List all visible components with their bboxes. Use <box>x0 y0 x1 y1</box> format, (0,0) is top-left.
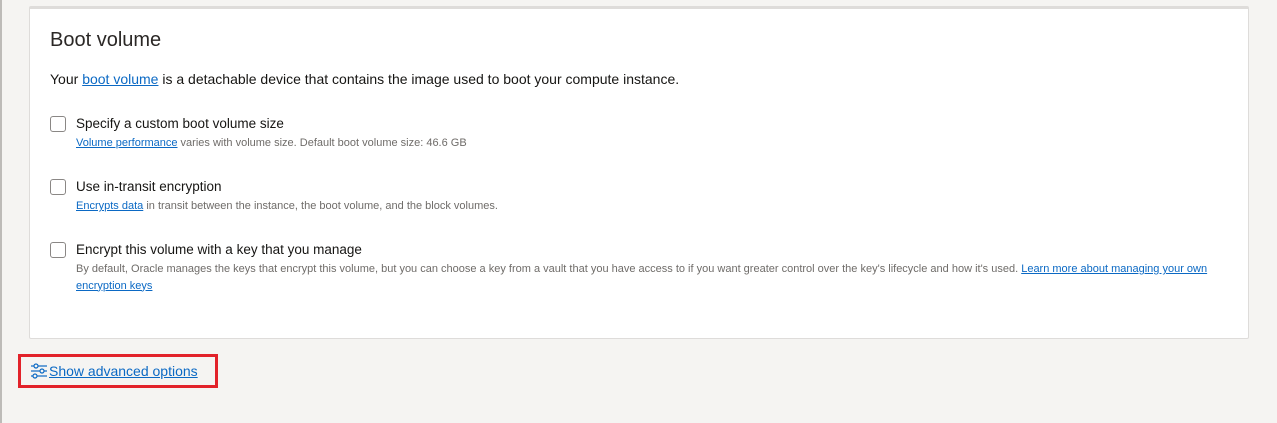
boot-volume-link[interactable]: boot volume <box>82 71 158 87</box>
customer-managed-key-help: By default, Oracle manages the keys that… <box>76 261 1216 294</box>
section-title: Boot volume <box>50 29 162 51</box>
encrypts-data-link[interactable]: Encrypts data <box>76 200 143 212</box>
in-transit-encryption-label[interactable]: Use in-transit encryption <box>76 179 222 194</box>
show-advanced-options-button[interactable]: Show advanced options <box>30 362 198 380</box>
volume-performance-link[interactable]: Volume performance <box>76 137 178 149</box>
intro-suffix: is a detachable device that contains the… <box>158 71 680 87</box>
customer-managed-key-help-text: By default, Oracle manages the keys that… <box>76 263 1022 275</box>
customer-managed-key-label[interactable]: Encrypt this volume with a key that you … <box>76 242 362 257</box>
custom-size-help-text: varies with volume size. Default boot vo… <box>177 137 467 149</box>
left-divider <box>0 0 2 423</box>
custom-size-checkbox[interactable] <box>50 116 66 132</box>
custom-size-help: Volume performance varies with volume si… <box>76 135 1196 152</box>
show-advanced-options-label[interactable]: Show advanced options <box>49 363 198 379</box>
advanced-options-highlight: Show advanced options <box>18 354 218 388</box>
custom-size-label[interactable]: Specify a custom boot volume size <box>76 116 284 131</box>
in-transit-encryption-checkbox[interactable] <box>50 179 66 195</box>
in-transit-encryption-help: Encrypts data in transit between the ins… <box>76 198 1196 215</box>
in-transit-help-text: in transit between the instance, the boo… <box>143 200 498 212</box>
intro-prefix: Your <box>50 71 83 87</box>
boot-volume-panel: Boot volume Your boot volume is a detach… <box>29 6 1249 339</box>
sliders-icon <box>31 363 47 379</box>
customer-managed-key-checkbox[interactable] <box>50 242 66 258</box>
boot-volume-intro: Your boot volume is a detachable device … <box>50 71 679 87</box>
